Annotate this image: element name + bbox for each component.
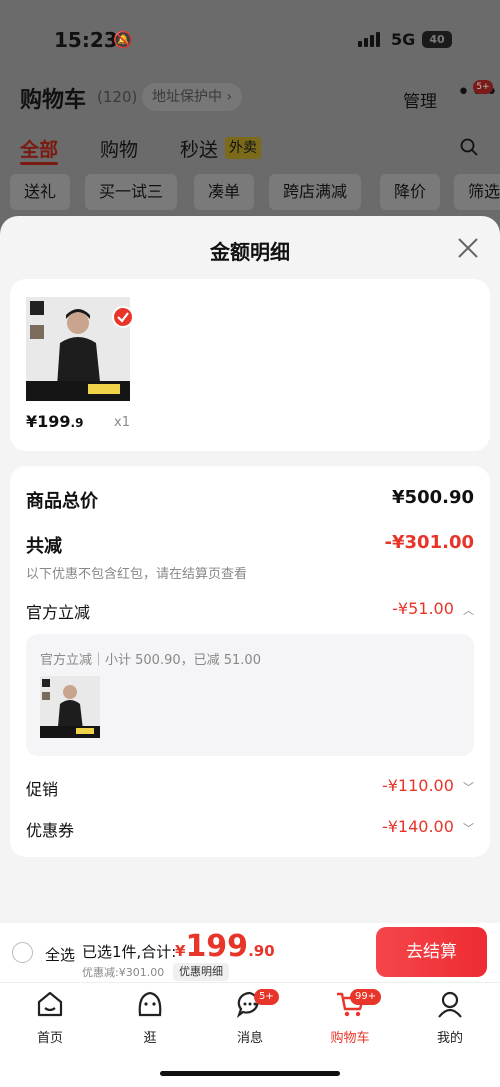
- coupon-value: -¥140.00: [381, 817, 454, 836]
- promo-row[interactable]: 促销 -¥110.00 ﹀: [26, 776, 474, 800]
- product-price: ¥199.9: [26, 412, 84, 431]
- tab-all[interactable]: 全部: [20, 135, 58, 162]
- messages-badge: 5+: [254, 989, 279, 1005]
- discount-note: 以下优惠不包含红包，请在结算页查看: [26, 567, 248, 582]
- selected-count-text: 已选1件,合计:: [82, 943, 177, 961]
- filter-chips: 送礼 买一试三 凑单 跨店满减 降价 筛选: [10, 174, 500, 214]
- checkout-button[interactable]: 去结算: [376, 927, 487, 977]
- address-protect-pill[interactable]: 地址保护中 ›: [142, 83, 243, 111]
- chip-try[interactable]: 买一试三: [85, 174, 178, 210]
- chip-filter[interactable]: 筛选: [454, 174, 500, 210]
- takeout-tag: 外卖: [225, 137, 261, 159]
- more-badge: 5+: [473, 80, 493, 94]
- close-icon[interactable]: [457, 237, 479, 259]
- coupon-row[interactable]: 优惠券 -¥140.00 ﹀: [26, 817, 474, 841]
- chip-cross-store[interactable]: 跨店满减: [269, 174, 362, 210]
- official-discount-value: -¥51.00: [392, 599, 454, 618]
- search-icon[interactable]: [460, 138, 478, 156]
- coupon-label: 优惠券: [26, 821, 75, 840]
- chip-price-drop[interactable]: 降价: [380, 174, 441, 210]
- checkout-bar: 全选 已选1件,合计: ¥199.90 优惠减:¥301.00 优惠明细 去结算: [0, 923, 500, 983]
- select-all-label[interactable]: 全选: [45, 944, 75, 965]
- tabbar-home[interactable]: 首页: [10, 989, 90, 1046]
- total-price: ¥199.90: [175, 929, 275, 964]
- chevron-up-icon: ︿: [463, 604, 474, 617]
- tab-instant[interactable]: 秒送: [180, 135, 218, 162]
- goods-total-label: 商品总价: [26, 491, 98, 512]
- official-discount-detail-text: 官方立减｜小计 500.90，已减 51.00: [40, 653, 261, 668]
- network-type: 5G: [391, 30, 416, 49]
- goods-total-row: 商品总价 ¥500.90: [26, 487, 474, 513]
- price-breakdown-card: 商品总价 ¥500.90 共减 -¥301.00 以下优惠不包含红包，请在结算页…: [10, 466, 490, 857]
- tabbar-messages[interactable]: 消息 5+: [210, 989, 290, 1046]
- product-card: ¥199.9 x1: [10, 279, 490, 451]
- tabbar-cart[interactable]: 购物车 99+: [310, 989, 390, 1046]
- promo-label: 促销: [26, 780, 59, 799]
- tab-shopping[interactable]: 购物: [100, 135, 138, 162]
- tabbar-messages-label: 消息: [236, 1031, 263, 1046]
- status-time: 15:23: [54, 28, 118, 52]
- cart-badge: 99+: [350, 989, 382, 1005]
- selected-check-icon[interactable]: [112, 306, 134, 328]
- cart-tabs: 全部 购物 秒送 外卖: [20, 135, 480, 165]
- product-thumbnail: [40, 676, 100, 738]
- profile-icon: [438, 991, 462, 1018]
- page-title: 购物车: [20, 88, 87, 113]
- manage-button[interactable]: 管理: [403, 87, 437, 112]
- total-discount-row: 共减 -¥301.00: [26, 532, 474, 558]
- cart-header: 购物车 (120) 地址保护中 › 管理 ••• 5+: [20, 80, 498, 116]
- select-all-radio[interactable]: [12, 942, 33, 963]
- bottom-tab-bar: 首页 逛 消息 5+ 购物车 99+ 我的: [0, 983, 500, 1087]
- mute-icon: 🔕: [113, 30, 133, 49]
- tabbar-home-label: 首页: [36, 1031, 63, 1046]
- signal-icon: [358, 32, 380, 47]
- battery-icon: 40: [422, 31, 452, 48]
- tabbar-browse-label: 逛: [143, 1031, 157, 1046]
- total-discount-value: -¥301.00: [384, 532, 474, 553]
- discount-detail-button[interactable]: 优惠明细: [173, 963, 229, 981]
- goods-total-value: ¥500.90: [392, 487, 474, 508]
- cart-count: (120): [97, 88, 138, 106]
- home-indicator: [160, 1071, 340, 1076]
- tabbar-browse[interactable]: 逛: [110, 989, 190, 1046]
- tabbar-me[interactable]: 我的: [410, 989, 490, 1046]
- total-discount-label: 共减: [26, 536, 62, 557]
- chip-bundle[interactable]: 凑单: [194, 174, 255, 210]
- official-discount-row[interactable]: 官方立减 -¥51.00 ︿: [26, 599, 474, 623]
- official-discount-detail: 官方立减｜小计 500.90，已减 51.00: [26, 634, 474, 756]
- home-icon: [37, 991, 63, 1017]
- chevron-down-icon: ﹀: [463, 781, 474, 794]
- sheet-title: 金额明细: [210, 240, 290, 264]
- promo-value: -¥110.00: [381, 776, 454, 795]
- tabbar-me-label: 我的: [436, 1031, 463, 1046]
- product-quantity: x1: [114, 415, 130, 430]
- chevron-down-icon: ﹀: [463, 822, 474, 835]
- amount-detail-sheet: 金额明细 ¥199.9 x1 商品总价 ¥500.90 共减 -¥301.00 …: [0, 216, 500, 923]
- discount-summary: 优惠减:¥301.00: [82, 966, 165, 979]
- tabbar-cart-label: 购物车: [330, 1031, 370, 1046]
- tab-underline: [20, 162, 58, 165]
- status-bar: 15:23 🔕 5G 40: [0, 26, 500, 56]
- chip-gift[interactable]: 送礼: [10, 174, 71, 210]
- official-discount-label: 官方立减: [26, 603, 91, 622]
- browse-face-icon: [138, 991, 162, 1017]
